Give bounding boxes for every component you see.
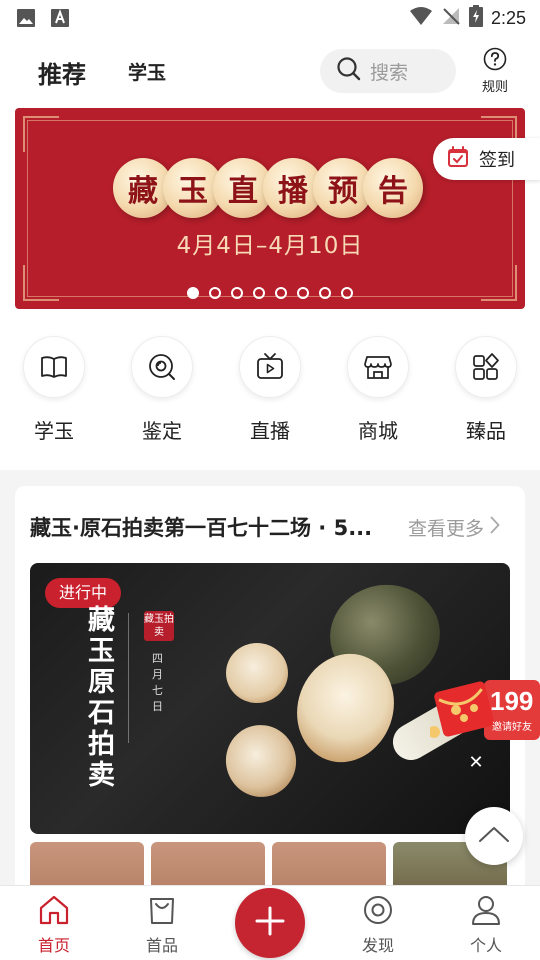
quick-nav-label: 商城 (358, 419, 398, 443)
carousel-dot[interactable] (297, 287, 309, 299)
back-to-top-button[interactable] (465, 807, 523, 865)
checkin-button[interactable]: 签到 (433, 138, 540, 180)
seal-stamp: 藏玉拍卖 (144, 611, 174, 641)
person-icon (469, 896, 503, 930)
banner-title: 藏 玉 直 播 预 告 (113, 158, 423, 218)
corner-ornament (23, 116, 59, 152)
jade-stone-image (226, 643, 288, 703)
banner-date: 4月4日–4月10日 (176, 233, 364, 259)
no-signal-icon (441, 6, 461, 30)
home-icon (37, 895, 71, 930)
nav-first-item[interactable]: 首品 (132, 894, 192, 956)
nav-label: 首品 (145, 936, 178, 955)
rules-button[interactable]: 规则 (478, 47, 512, 95)
hero-vertical-title: 藏玉原石拍卖 (88, 605, 115, 791)
tab-learn-jade[interactable]: 学玉 (128, 58, 166, 85)
carousel-dot[interactable] (275, 287, 287, 299)
nav-profile[interactable]: 个人 (456, 894, 516, 956)
carousel-dot[interactable] (319, 287, 331, 299)
battery-charging-icon (468, 5, 483, 31)
gallery-notification-icon (16, 8, 36, 32)
invite-red-packet[interactable]: 199 邀请好友 (428, 672, 540, 746)
see-more-label: 查看更多 (408, 518, 485, 540)
publish-button[interactable] (235, 888, 305, 958)
carousel-dot-active[interactable] (187, 287, 199, 299)
checkin-label: 签到 (479, 150, 515, 171)
question-icon (483, 47, 507, 75)
carousel-dot[interactable] (253, 287, 265, 299)
quick-nav-label: 学玉 (34, 419, 74, 443)
quick-nav-premium[interactable]: 臻品 (446, 336, 526, 444)
grid-diamond-icon (455, 336, 517, 398)
font-notification-icon (50, 8, 70, 32)
red-packet-amount: 199 (490, 686, 534, 716)
plus-icon (255, 906, 285, 940)
nav-label: 发现 (361, 936, 394, 955)
quick-nav-live[interactable]: 直播 (230, 336, 310, 444)
book-icon (23, 336, 85, 398)
quick-nav-store[interactable]: 商城 (338, 336, 418, 444)
nav-label: 个人 (469, 936, 502, 955)
quick-nav-label: 鉴定 (142, 419, 182, 443)
status-time: 2:25 (490, 7, 526, 28)
chevron-up-icon (478, 825, 510, 847)
quick-nav-label: 直播 (250, 419, 290, 443)
appraisal-icon (131, 336, 193, 398)
quick-nav-learn[interactable]: 学玉 (14, 336, 94, 444)
red-packet-subtitle: 邀请好友 (492, 722, 532, 733)
hero-date: 四月七日 (152, 652, 163, 713)
banner-title-char: 告 (363, 158, 423, 218)
discover-icon (361, 896, 395, 930)
hero-divider (128, 613, 129, 743)
calendar-check-icon (447, 146, 469, 172)
carousel-dot[interactable] (231, 287, 243, 299)
auction-title[interactable]: 藏玉·原石拍卖第一百七十二场 · 5... (30, 512, 402, 542)
see-more-link[interactable]: 查看更多 (408, 514, 500, 541)
tv-play-icon (239, 336, 301, 398)
carousel-indicator (187, 287, 353, 299)
nav-label: 首页 (37, 936, 70, 955)
tab-recommend[interactable]: 推荐 (38, 55, 86, 90)
nav-discover[interactable]: 发现 (348, 894, 408, 956)
close-icon[interactable]: ✕ (463, 750, 489, 776)
jade-stone-image (217, 717, 305, 805)
quick-nav-label: 臻品 (466, 419, 506, 443)
search-box[interactable]: 搜索 (320, 49, 456, 93)
corner-ornament (481, 265, 517, 301)
quick-nav: 学玉 鉴定 直播 商城 臻品 (0, 336, 540, 456)
store-icon (347, 336, 409, 398)
carousel-dot[interactable] (341, 287, 353, 299)
quick-nav-appraisal[interactable]: 鉴定 (122, 336, 202, 444)
status-bar: 2:25 (0, 0, 540, 36)
rules-label: 规则 (481, 80, 508, 95)
chevron-right-icon (490, 516, 500, 539)
wifi-icon (409, 6, 433, 30)
bag-icon (145, 898, 179, 930)
corner-ornament (23, 265, 59, 301)
nav-home[interactable]: 首页 (24, 894, 84, 956)
carousel-dot[interactable] (209, 287, 221, 299)
search-placeholder: 搜索 (370, 61, 409, 84)
search-icon (336, 56, 362, 86)
status-badge: 进行中 (45, 578, 122, 608)
top-header: 推荐 学玉 搜索 规则 (0, 40, 540, 104)
